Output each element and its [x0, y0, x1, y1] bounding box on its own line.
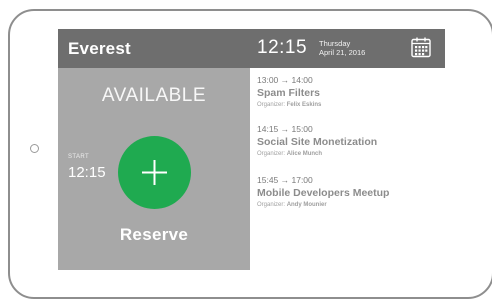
meeting-item[interactable]: 14:15 → 15:00 Social Site Monetization O… [257, 124, 377, 158]
meeting-title: Mobile Developers Meetup [257, 187, 390, 199]
meeting-organizer: Organizer: Alice Munch [257, 150, 377, 158]
organizer-label: Organizer: [257, 202, 286, 208]
home-button[interactable] [30, 144, 39, 153]
current-time: 12:15 [257, 37, 308, 58]
meeting-title: Spam Filters [257, 87, 321, 99]
status-panel: AVAILABLE START 12:15 Reserve [58, 68, 250, 270]
header-bar: Everest 12:15 Thursday April 21, 2016 [58, 29, 445, 68]
calendar-icon [411, 37, 431, 58]
calendar-button[interactable] [409, 35, 433, 59]
meeting-organizer: Organizer: Felix Eskins [257, 101, 321, 109]
add-booking-button[interactable] [118, 136, 191, 209]
current-date: Thursday April 21, 2016 [319, 39, 365, 57]
meeting-time: 13:00 → 14:00 [257, 75, 313, 85]
meeting-organizer: Organizer: Andy Mounier [257, 201, 389, 209]
date-text: April 21, 2016 [319, 48, 366, 57]
meeting-title: Social Site Monetization [257, 136, 378, 148]
meeting-item[interactable]: 15:45 → 17:00 Mobile Developers Meetup O… [257, 175, 389, 209]
organizer-name: Alice Munch [286, 151, 323, 157]
organizer-name: Felix Eskins [286, 102, 322, 108]
organizer-label: Organizer: [257, 102, 286, 108]
meeting-list: 13:00 → 14:00 Spam Filters Organizer: Fe… [250, 68, 445, 270]
availability-status: AVAILABLE [101, 85, 207, 106]
organizer-label: Organizer: [257, 151, 286, 157]
plus-icon [142, 160, 167, 185]
meeting-time: 15:45 → 17:00 [257, 175, 313, 185]
reserve-button[interactable]: Reserve [58, 225, 250, 245]
room-name: Everest [68, 39, 131, 58]
organizer-name: Andy Mounier [286, 202, 327, 208]
day-of-week: Thursday [319, 39, 351, 48]
start-label: START [68, 154, 90, 160]
room-booking-screen: Everest 12:15 Thursday April 21, 2016 AV… [58, 29, 445, 270]
meeting-item[interactable]: 13:00 → 14:00 Spam Filters Organizer: Fe… [257, 75, 321, 109]
start-time: 12:15 [68, 164, 106, 181]
meeting-time: 14:15 → 15:00 [257, 124, 313, 134]
